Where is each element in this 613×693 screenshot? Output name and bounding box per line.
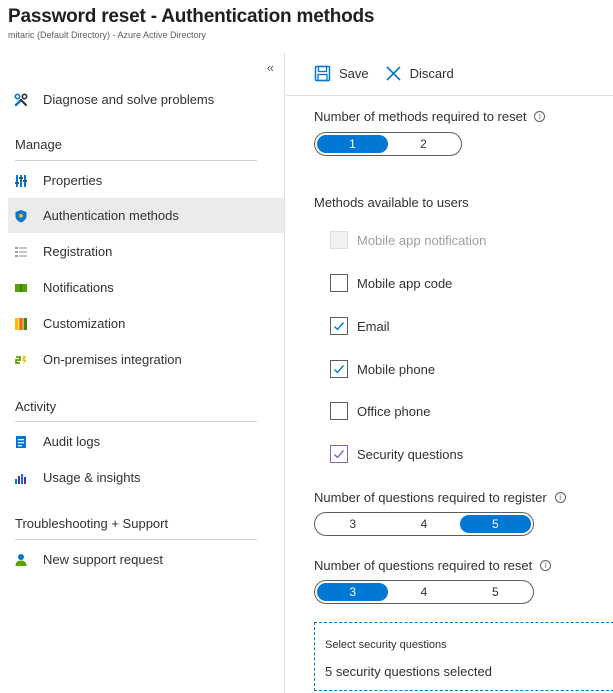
chart-icon bbox=[15, 473, 26, 484]
questions-register-toggle[interactable]: 3 4 5 bbox=[314, 512, 534, 536]
checkbox bbox=[330, 231, 348, 249]
checkbox-checked[interactable] bbox=[330, 445, 348, 463]
nav-item-label: Authentication methods bbox=[43, 208, 179, 223]
divider bbox=[15, 160, 257, 161]
divider bbox=[15, 539, 257, 540]
nav-item-authentication-methods[interactable]: Authentication methods bbox=[8, 198, 284, 233]
toggle-option-5[interactable]: 5 bbox=[460, 583, 531, 601]
select-questions-title: Select security questions bbox=[325, 639, 447, 651]
method-email[interactable]: Email bbox=[330, 316, 390, 336]
method-label: Mobile app notification bbox=[357, 232, 487, 248]
questions-reset-text: Number of questions required to reset bbox=[314, 558, 533, 573]
page-title: Password reset - Authentication methods bbox=[8, 6, 375, 27]
nav-item-properties[interactable]: Properties bbox=[8, 163, 284, 198]
discard-label: Discard bbox=[409, 66, 454, 81]
list-icon bbox=[15, 246, 27, 257]
section-activity: Activity bbox=[15, 399, 57, 414]
nav-item-label: Diagnose and solve problems bbox=[43, 92, 215, 107]
nav-item-customization[interactable]: Customization bbox=[8, 306, 284, 341]
toggle-option-4[interactable]: 4 bbox=[388, 583, 459, 601]
audit-log-icon bbox=[16, 435, 26, 448]
method-label: Office phone bbox=[357, 403, 431, 419]
nav-item-audit-logs[interactable]: Audit logs bbox=[8, 424, 284, 459]
nav-item-label: Customization bbox=[43, 316, 126, 331]
checkbox-checked[interactable] bbox=[330, 317, 348, 335]
nav-item-notifications[interactable]: Notifications bbox=[8, 270, 284, 305]
checkbox[interactable] bbox=[330, 274, 348, 292]
checkbox[interactable] bbox=[330, 402, 348, 420]
discard-button[interactable]: Discard bbox=[385, 65, 454, 82]
nav-item-label: Usage & insights bbox=[43, 470, 141, 485]
questions-register-label: Number of questions required to register… bbox=[314, 490, 566, 505]
methods-required-label: Number of methods required to reset i bbox=[314, 109, 546, 124]
nav-item-usage-insights[interactable]: Usage & insights bbox=[8, 460, 284, 495]
method-label: Email bbox=[357, 318, 390, 334]
sliders-icon bbox=[15, 174, 27, 187]
nav-item-label: Registration bbox=[43, 244, 113, 259]
nav-item-label: Audit logs bbox=[43, 434, 101, 449]
questions-register-text: Number of questions required to register bbox=[314, 490, 547, 505]
save-label: Save bbox=[339, 66, 369, 81]
blade-header: Password reset - Authentication methods … bbox=[8, 6, 613, 46]
method-mobile-app-code[interactable]: Mobile app code bbox=[330, 273, 452, 293]
toggle-option-3[interactable]: 3 bbox=[317, 583, 389, 601]
method-office-phone[interactable]: Office phone bbox=[330, 401, 430, 421]
collapse-nav-button[interactable]: « bbox=[267, 60, 274, 75]
info-icon[interactable]: i bbox=[554, 492, 566, 503]
select-questions-value: 5 security questions selected bbox=[325, 664, 492, 679]
section-manage: Manage bbox=[15, 137, 62, 152]
integration-icon bbox=[15, 355, 27, 365]
close-icon bbox=[386, 66, 401, 81]
customization-icon bbox=[15, 317, 27, 330]
nav-item-label: New support request bbox=[43, 552, 163, 567]
nav-item-on-premises-integration[interactable]: On-premises integration bbox=[8, 342, 284, 377]
section-troubleshooting: Troubleshooting + Support bbox=[15, 516, 169, 531]
checkbox-checked[interactable] bbox=[330, 360, 348, 378]
toggle-option-1[interactable]: 1 bbox=[317, 135, 388, 153]
nav-item-new-support-request[interactable]: New support request bbox=[8, 542, 284, 577]
checkmark-icon bbox=[334, 450, 345, 459]
content-pane: Save Discard Number of methods required … bbox=[286, 52, 613, 693]
info-icon[interactable]: i bbox=[540, 560, 552, 571]
nav-item-label: On-premises integration bbox=[43, 352, 182, 367]
methods-required-toggle[interactable]: 1 2 bbox=[314, 132, 462, 156]
left-nav: « Diagnose and solve problems Manage Pro… bbox=[0, 52, 285, 693]
divider bbox=[15, 421, 257, 422]
method-label: Mobile phone bbox=[357, 361, 436, 377]
method-security-questions[interactable]: Security questions bbox=[330, 444, 463, 464]
nav-item-diagnose[interactable]: Diagnose and solve problems bbox=[8, 82, 284, 117]
toggle-option-2[interactable]: 2 bbox=[388, 135, 459, 153]
method-mobile-app-notification: Mobile app notification bbox=[330, 230, 486, 250]
method-label: Mobile app code bbox=[357, 275, 453, 291]
checkmark-icon bbox=[334, 365, 345, 374]
questions-reset-toggle[interactable]: 3 4 5 bbox=[314, 580, 534, 604]
nav-item-label: Notifications bbox=[43, 280, 114, 295]
notification-icon bbox=[15, 283, 27, 292]
wrench-icon bbox=[14, 92, 28, 106]
questions-reset-label: Number of questions required to reset i bbox=[314, 558, 552, 573]
nav-item-registration[interactable]: Registration bbox=[8, 234, 284, 269]
select-security-questions[interactable]: Select security questions 5 security que… bbox=[314, 622, 613, 691]
nav-item-label: Properties bbox=[43, 173, 103, 188]
page-subtitle: mitaric (Default Directory) - Azure Acti… bbox=[8, 30, 207, 40]
toggle-option-4[interactable]: 4 bbox=[388, 515, 459, 533]
save-icon bbox=[314, 65, 331, 82]
shield-icon bbox=[15, 209, 27, 222]
toggle-option-5[interactable]: 5 bbox=[459, 515, 531, 533]
support-person-icon bbox=[15, 553, 27, 566]
toggle-option-3[interactable]: 3 bbox=[317, 515, 388, 533]
info-icon[interactable]: i bbox=[534, 111, 546, 122]
command-bar: Save Discard bbox=[286, 52, 613, 96]
method-label: Security questions bbox=[357, 446, 464, 462]
method-mobile-phone[interactable]: Mobile phone bbox=[330, 359, 435, 379]
methods-required-text: Number of methods required to reset bbox=[314, 109, 527, 124]
methods-available-label: Methods available to users bbox=[314, 195, 469, 210]
save-button[interactable]: Save bbox=[314, 65, 369, 82]
checkmark-icon bbox=[334, 322, 345, 331]
